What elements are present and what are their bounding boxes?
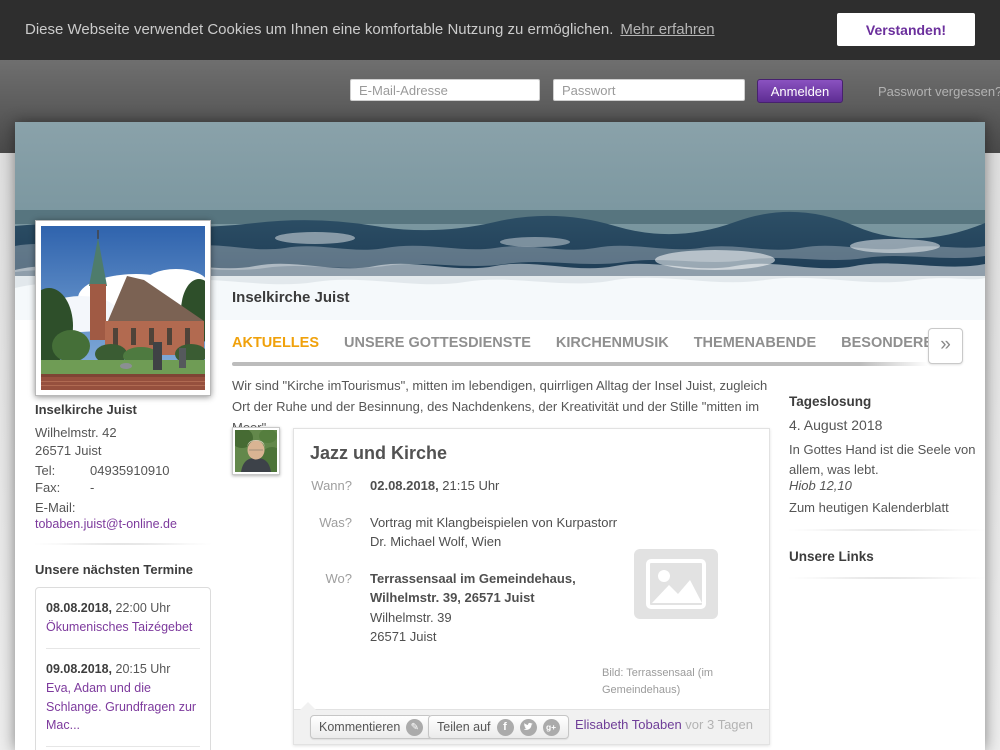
- links-heading: Unsere Links: [789, 549, 985, 564]
- tab-kirchenmusik[interactable]: KIRCHENMUSIK: [556, 335, 669, 351]
- password-field[interactable]: [553, 79, 745, 101]
- termine-link[interactable]: Eva, Adam und die Schlange. Grundfragen …: [46, 679, 200, 733]
- nav-more-button[interactable]: »: [928, 328, 963, 364]
- cookie-message-text: Diese Webseite verwendet Cookies um Ihne…: [25, 21, 613, 38]
- tab-themenabende[interactable]: THEMENABENDE: [694, 335, 816, 351]
- event-what-row: Was? Vortrag mit Klangbeispielen von Kur…: [294, 513, 634, 552]
- where-city: 26571 Juist: [370, 627, 576, 647]
- tageslosung-text: In Gottes Hand ist die Seele von allem, …: [789, 440, 985, 479]
- what-line1: Vortrag mit Klangbeispielen von Kurpasto…: [370, 513, 617, 533]
- termine-time: 22:00 Uhr: [112, 601, 170, 615]
- tab-aktuelles[interactable]: AKTUELLES: [232, 335, 319, 351]
- page-container: Inselkirche Juist: [15, 122, 985, 750]
- tageslosung-heading: Tageslosung: [789, 394, 985, 409]
- comment-button-label: Kommentieren: [319, 720, 400, 734]
- where-label: Wo?: [294, 569, 352, 647]
- contact-address: Wilhelmstr. 42 26571 Juist: [35, 424, 211, 460]
- share-button-label: Teilen auf: [437, 720, 491, 734]
- where-venue: Terrassensaal im Gemeindehaus,: [370, 569, 576, 589]
- termine-date: 09.08.2018,: [46, 662, 112, 676]
- event-title: Jazz und Kirche: [310, 443, 447, 464]
- what-line2: Dr. Michael Wolf, Wien: [370, 532, 617, 552]
- kalenderblatt-link[interactable]: Zum heutigen Kalenderblatt: [789, 500, 985, 515]
- what-label: Was?: [294, 513, 352, 552]
- email-label: E-Mail:: [35, 500, 211, 516]
- termine-item: 09.08.2018, 20:15 Uhr Eva, Adam und die …: [46, 649, 200, 747]
- tel-value: 04935910910: [90, 463, 170, 478]
- when-label: Wann?: [294, 476, 352, 496]
- tageslosung-source: Hiob 12,10: [789, 478, 985, 493]
- cookie-accept-button[interactable]: Verstanden!: [837, 13, 975, 46]
- right-divider: [789, 577, 985, 579]
- contact-street: Wilhelmstr. 42: [35, 424, 211, 442]
- cookie-banner: Diese Webseite verwendet Cookies um Ihne…: [0, 0, 1000, 60]
- termine-link[interactable]: Ökumenisches Taizégebet: [46, 618, 200, 636]
- when-date: 02.08.2018,: [370, 478, 439, 493]
- contact-email-block: E-Mail: tobaben.juist@t-online.de: [35, 500, 211, 532]
- tab-underline: [232, 362, 929, 366]
- cookie-message: Diese Webseite verwendet Cookies um Ihne…: [25, 21, 715, 38]
- image-caption: Bild: Terrassensaal (im Gemeindehaus): [602, 665, 732, 698]
- email-field[interactable]: [350, 79, 540, 101]
- church-photo: [35, 220, 211, 396]
- author-avatar[interactable]: [232, 427, 280, 475]
- byline: Elisabeth Tobaben vor 3 Tagen: [575, 717, 753, 732]
- login-button[interactable]: Anmelden: [757, 79, 843, 103]
- sidebar-divider: [35, 543, 211, 545]
- twitter-icon[interactable]: [520, 719, 537, 736]
- facebook-icon[interactable]: f: [497, 719, 514, 736]
- event-details: Wann? 02.08.2018, 21:15 Uhr Was? Vortrag…: [294, 476, 634, 664]
- right-divider: [789, 529, 985, 531]
- tel-label: Tel:: [35, 462, 77, 479]
- event-when-row: Wann? 02.08.2018, 21:15 Uhr: [294, 476, 634, 496]
- cookie-more-link[interactable]: Mehr erfahren: [620, 21, 714, 38]
- author-link[interactable]: Elisabeth Tobaben: [575, 717, 682, 732]
- card-footer: Kommentieren ✎ Teilen auf f g+ Elisabeth…: [294, 709, 769, 744]
- contact-phone: Tel: 04935910910 Fax:-: [35, 462, 211, 496]
- contact-city: 26571 Juist: [35, 442, 211, 460]
- where-address-bold: Wilhelmstr. 39, 26571 Juist: [370, 588, 576, 608]
- tab-unsere-gottesdienste[interactable]: UNSERE GOTTESDIENSTE: [344, 335, 531, 351]
- tageslosung-date: 4. August 2018: [789, 417, 985, 433]
- termine-list: 08.08.2018, 22:00 Uhr Ökumenisches Taizé…: [35, 587, 211, 750]
- termine-heading: Unsere nächsten Termine: [35, 562, 211, 577]
- email-link[interactable]: tobaben.juist@t-online.de: [35, 517, 177, 531]
- time-ago: vor 3 Tagen: [682, 717, 753, 732]
- chevron-right-double-icon: »: [940, 334, 951, 355]
- forgot-password-link[interactable]: Passwort vergessen?: [878, 84, 1000, 99]
- termine-time: 20:15 Uhr: [112, 662, 170, 676]
- main-nav: AKTUELLES UNSERE GOTTESDIENSTE KIRCHENMU…: [232, 335, 943, 351]
- comment-button[interactable]: Kommentieren ✎: [310, 715, 432, 739]
- footer-notch: [300, 702, 316, 710]
- image-placeholder-icon: [634, 549, 718, 619]
- pencil-icon: ✎: [406, 719, 423, 736]
- when-time: 21:15 Uhr: [439, 478, 500, 493]
- termine-date: 08.08.2018,: [46, 601, 112, 615]
- fax-value: -: [90, 480, 94, 495]
- termine-item: 08.08.2018, 22:00 Uhr Ökumenisches Taizé…: [46, 588, 200, 649]
- site-title: Inselkirche Juist: [232, 289, 350, 306]
- contact-name: Inselkirche Juist: [35, 402, 211, 417]
- share-button[interactable]: Teilen auf f g+: [428, 715, 569, 739]
- googleplus-icon[interactable]: g+: [543, 719, 560, 736]
- event-card: Jazz und Kirche Wann? 02.08.2018, 21:15 …: [293, 428, 770, 745]
- event-where-row: Wo? Terrassensaal im Gemeindehaus, Wilhe…: [294, 569, 634, 647]
- fax-label: Fax:: [35, 479, 77, 496]
- where-street: Wilhelmstr. 39: [370, 608, 576, 628]
